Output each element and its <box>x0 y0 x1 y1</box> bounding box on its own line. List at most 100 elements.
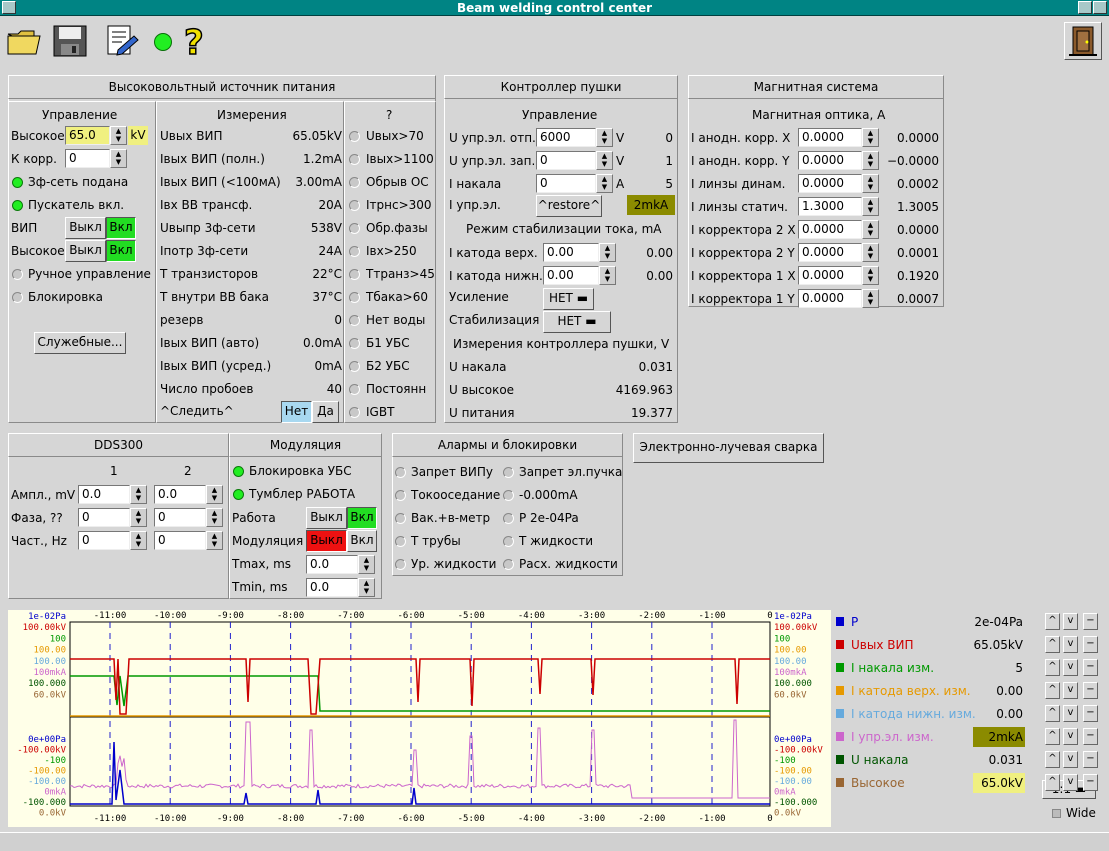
vysokoe-input[interactable]: 65.0 <box>65 126 110 145</box>
dds-input-1[interactable]: 0 <box>78 531 130 550</box>
folder-open-icon[interactable] <box>6 24 42 58</box>
dds-spinner-2[interactable]: ▲ ▼ <box>206 485 223 504</box>
legend-down-button[interactable]: v <box>1063 636 1078 653</box>
legend-down-button[interactable]: v <box>1063 751 1078 768</box>
maximize-button[interactable] <box>1093 1 1107 14</box>
hv-off-button[interactable]: Выкл <box>65 240 106 262</box>
kkorr-spinner[interactable]: ▲ ▼ <box>110 149 127 168</box>
follow-no-button[interactable]: Нет <box>281 401 312 423</box>
mag-row-input[interactable]: 0.0000 <box>798 128 862 147</box>
legend-remove-button[interactable]: − <box>1083 728 1098 745</box>
dds-spinner-1[interactable]: ▲ ▼ <box>130 531 147 550</box>
work-off-button[interactable]: Выкл <box>306 507 347 529</box>
edit-document-icon[interactable] <box>104 24 140 58</box>
mod-off-button[interactable]: Выкл <box>306 530 347 552</box>
tmin-spinner[interactable]: ▲ ▼ <box>358 578 375 597</box>
legend-down-button[interactable]: v <box>1063 705 1078 722</box>
dds-input-2[interactable]: 0.0 <box>154 485 206 504</box>
work-on-button[interactable]: Вкл <box>347 507 377 529</box>
mag-row-spinner[interactable]: ▲ ▼ <box>862 197 879 216</box>
help-icon[interactable]: ? <box>180 22 212 64</box>
mag-row-input[interactable]: 1.3000 <box>798 197 862 216</box>
tmin-input[interactable]: 0.0 <box>306 578 358 597</box>
legend-up-button[interactable]: ^ <box>1045 705 1060 722</box>
legend-up-button[interactable]: ^ <box>1045 728 1060 745</box>
save-icon[interactable] <box>52 24 88 58</box>
stab-row-input[interactable]: 0.00 <box>543 243 599 262</box>
legend-up-button[interactable]: ^ <box>1045 659 1060 676</box>
legend-up-button[interactable]: ^ <box>1045 682 1060 699</box>
dds-input-2[interactable]: 0 <box>154 508 206 527</box>
mag-row-spinner[interactable]: ▲ ▼ <box>862 289 879 308</box>
mag-row-spinner[interactable]: ▲ ▼ <box>862 174 879 193</box>
status-label: Нет воды <box>366 313 426 327</box>
dds-spinner-2[interactable]: ▲ ▼ <box>206 531 223 550</box>
hv-on-button[interactable]: Вкл <box>106 240 136 262</box>
gain-select[interactable]: НЕТ ▬ <box>543 288 594 310</box>
gun-row-spinner[interactable]: ▲ ▼ <box>596 128 613 147</box>
follow-yes-button[interactable]: Да <box>312 401 339 423</box>
mag-row-spinner[interactable]: ▲ ▼ <box>862 220 879 239</box>
gun-row-spinner[interactable]: ▲ ▼ <box>596 174 613 193</box>
mag-row-input[interactable]: 0.0000 <box>798 174 862 193</box>
exit-door-icon[interactable] <box>1064 22 1102 60</box>
dds-spinner-1[interactable]: ▲ ▼ <box>130 485 147 504</box>
vip-off-button[interactable]: Выкл <box>65 217 106 239</box>
stabil-select[interactable]: НЕТ ▬ <box>543 311 611 333</box>
gun-row-input[interactable]: 0 <box>536 174 596 193</box>
legend-up-button[interactable]: ^ <box>1045 636 1060 653</box>
mag-row-input[interactable]: 0.0000 <box>798 243 862 262</box>
vysokoe-spinner[interactable]: ▲ ▼ <box>110 126 127 145</box>
ebw-button[interactable]: Электронно-лучевая сварка <box>633 433 824 463</box>
service-button[interactable]: Служебные... <box>34 332 126 354</box>
legend-value: 0.00 <box>996 707 1023 721</box>
legend-remove-button[interactable]: − <box>1083 682 1098 699</box>
legend-remove-button[interactable]: − <box>1083 613 1098 630</box>
dds-input-1[interactable]: 0.0 <box>78 485 130 504</box>
stab-row-spinner[interactable]: ▲ ▼ <box>599 243 616 262</box>
gun-row-spinner[interactable]: ▲ ▼ <box>596 151 613 170</box>
vip-on-button[interactable]: Вкл <box>106 217 136 239</box>
stab-row-spinner[interactable]: ▲ ▼ <box>599 266 616 285</box>
status-label: Iвых>1100 <box>366 152 434 166</box>
gun-row-input[interactable]: 6000 <box>536 128 596 147</box>
tmax-input[interactable]: 0.0 <box>306 555 358 574</box>
legend-down-button[interactable]: v <box>1063 774 1078 791</box>
mag-row-input[interactable]: 0.0000 <box>798 266 862 285</box>
legend-down-button[interactable]: v <box>1063 728 1078 745</box>
mag-row-input[interactable]: 0.0000 <box>798 151 862 170</box>
legend-remove-button[interactable]: − <box>1083 751 1098 768</box>
dds-input-1[interactable]: 0 <box>78 508 130 527</box>
legend-up-button[interactable]: ^ <box>1045 751 1060 768</box>
kkorr-input[interactable]: 0 <box>65 149 110 168</box>
status-led <box>349 246 360 257</box>
legend-remove-button[interactable]: − <box>1083 774 1098 791</box>
minimize-button[interactable] <box>1078 1 1092 14</box>
legend-remove-button[interactable]: − <box>1083 705 1098 722</box>
dds-spinner-2[interactable]: ▲ ▼ <box>206 508 223 527</box>
legend-remove-button[interactable]: − <box>1083 659 1098 676</box>
tmax-spinner[interactable]: ▲ ▼ <box>358 555 375 574</box>
dds-spinner-1[interactable]: ▲ ▼ <box>130 508 147 527</box>
mag-row-input[interactable]: 0.0000 <box>798 289 862 308</box>
legend-down-button[interactable]: v <box>1063 682 1078 699</box>
mag-row-spinner[interactable]: ▲ ▼ <box>862 243 879 262</box>
legend-down-button[interactable]: v <box>1063 659 1078 676</box>
mod-on-button[interactable]: Вкл <box>347 530 377 552</box>
restore-button[interactable]: ^restore^ <box>536 195 602 217</box>
mag-row-readout: 0.0002 <box>897 177 939 191</box>
gun-row-input[interactable]: 0 <box>536 151 596 170</box>
dds-input-2[interactable]: 0 <box>154 531 206 550</box>
stab-row-input[interactable]: 0.00 <box>543 266 599 285</box>
legend-up-button[interactable]: ^ <box>1045 613 1060 630</box>
mag-row-spinner[interactable]: ▲ ▼ <box>862 128 879 147</box>
wide-checkbox[interactable] <box>1052 809 1061 818</box>
alarm-label: Запрет ВИПу <box>411 465 494 479</box>
mag-row-input[interactable]: 0.0000 <box>798 220 862 239</box>
mag-row-spinner[interactable]: ▲ ▼ <box>862 151 879 170</box>
legend-down-button[interactable]: v <box>1063 613 1078 630</box>
hv-meas-label: Iвх ВВ трансф. <box>160 198 253 212</box>
legend-remove-button[interactable]: − <box>1083 636 1098 653</box>
mag-row-spinner[interactable]: ▲ ▼ <box>862 266 879 285</box>
legend-up-button[interactable]: ^ <box>1045 774 1060 791</box>
